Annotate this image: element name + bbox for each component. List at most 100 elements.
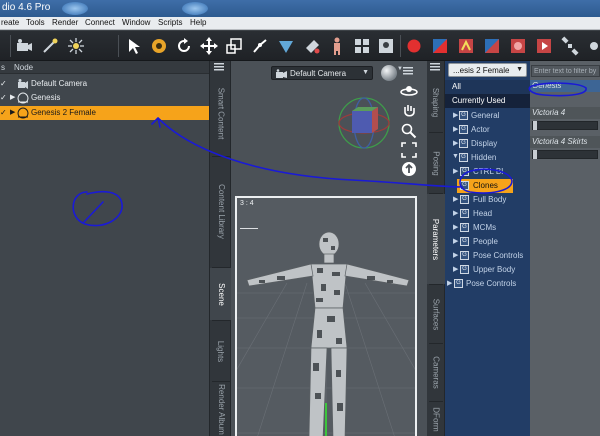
category-pose-controls[interactable]: ▶ G Pose Controls <box>445 277 530 291</box>
menu-window[interactable]: Window <box>122 18 150 27</box>
category-ctrl-bi[interactable]: ▶ G CTRL BI <box>445 165 530 179</box>
view-cube-icon[interactable] <box>335 94 393 152</box>
joint-editor-icon[interactable] <box>250 36 270 56</box>
orbit-icon[interactable] <box>399 83 419 97</box>
category-actor[interactable]: ▶ G Actor <box>445 123 530 137</box>
draw-style-sphere-icon[interactable] <box>381 65 397 81</box>
shaping-preset-icon[interactable] <box>482 36 502 56</box>
menu-create[interactable]: reate <box>1 18 19 27</box>
camera-tool-icon[interactable] <box>14 36 34 56</box>
tab-cameras[interactable]: Cameras <box>427 345 445 400</box>
expand-triangle-icon[interactable]: ▶ <box>10 108 15 116</box>
universal-tool-icon[interactable] <box>149 36 169 56</box>
category-head[interactable]: ▶ G Head <box>445 207 530 221</box>
menu-render[interactable]: Render <box>52 18 78 27</box>
pose-preset-icon[interactable] <box>456 36 476 56</box>
category-full-body[interactable]: ▶ G Full Body <box>445 193 530 207</box>
figure-icon[interactable] <box>327 36 347 56</box>
slider-victoria-4[interactable] <box>532 121 598 130</box>
tab-dform[interactable]: DForm <box>427 403 445 436</box>
translate-tool-icon[interactable] <box>199 36 219 56</box>
menu-help[interactable]: Help <box>190 18 206 27</box>
surface-selection-icon[interactable] <box>302 36 322 56</box>
rotate-tool-icon[interactable] <box>174 36 194 56</box>
slider-knob[interactable] <box>533 150 537 159</box>
category-hidden[interactable]: ▼ G Hidden <box>445 151 530 165</box>
render-settings-icon[interactable] <box>430 36 450 56</box>
visibility-check-icon[interactable]: ✓ <box>0 79 7 88</box>
expand-triangle-icon[interactable]: ▶ <box>453 209 458 217</box>
render-icon[interactable] <box>404 36 424 56</box>
material-preset-icon[interactable] <box>508 36 528 56</box>
zoom-icon[interactable] <box>401 123 417 139</box>
expand-triangle-icon[interactable]: ▶ <box>453 237 458 245</box>
category-upper-body[interactable]: ▶ G Upper Body <box>445 263 530 277</box>
spot-light-icon[interactable] <box>40 36 60 56</box>
pan-icon[interactable] <box>401 103 417 119</box>
group-header-victoria-4-skirts[interactable]: Victoria 4 Skirts <box>530 136 600 148</box>
tab-surfaces[interactable]: Surfaces <box>427 286 445 342</box>
node-weight-brush-icon[interactable] <box>376 36 396 56</box>
visibility-check-icon[interactable]: ✓ <box>0 108 7 117</box>
tab-posing[interactable]: Posing <box>427 133 445 193</box>
point-light-icon[interactable] <box>66 36 86 56</box>
slider-knob[interactable] <box>533 121 537 130</box>
tab-render-album[interactable]: Render Album <box>210 383 232 436</box>
frame-icon[interactable] <box>401 142 417 158</box>
expand-triangle-icon[interactable]: ▶ <box>447 279 452 287</box>
viewport-3d[interactable]: Default Camera ▼ ▼ 3 : 4 <box>231 61 427 436</box>
group-icon: G <box>460 181 469 190</box>
geometry-editor-icon[interactable] <box>276 36 296 56</box>
tab-content-library[interactable]: Content Library <box>210 159 232 264</box>
tab-separator <box>212 320 230 321</box>
camera-select[interactable]: Default Camera ▼ <box>271 66 373 80</box>
expand-triangle-icon[interactable]: ▶ <box>453 111 458 119</box>
region-navigator-icon[interactable] <box>352 36 372 56</box>
group-header-genesis[interactable]: Genesis <box>530 80 600 92</box>
expand-triangle-icon[interactable]: ▶ <box>453 251 458 259</box>
category-display[interactable]: ▶ G Display <box>445 137 530 151</box>
filter-input[interactable] <box>531 65 600 77</box>
scene-node-genesis-2-female[interactable]: ✓ ▶ Genesis 2 Female <box>0 106 209 120</box>
scale-tool-icon[interactable] <box>224 36 244 56</box>
category-pose-controls-sub[interactable]: ▶ G Pose Controls <box>445 249 530 263</box>
expand-triangle-icon[interactable]: ▶ <box>453 125 458 133</box>
group-header-victoria-4[interactable]: Victoria 4 <box>530 107 600 119</box>
menu-connect[interactable]: Connect <box>85 18 115 27</box>
menu-scripts[interactable]: Scripts <box>158 18 182 27</box>
reset-view-icon[interactable] <box>401 161 417 177</box>
menu-tools[interactable]: Tools <box>26 18 45 27</box>
tab-smart-content[interactable]: Smart Content <box>210 73 232 153</box>
collapse-triangle-icon[interactable]: ▼ <box>452 153 459 160</box>
scene-header-node[interactable]: Node <box>14 63 33 72</box>
satellite-icon[interactable] <box>560 36 580 56</box>
category-people[interactable]: ▶ G People <box>445 235 530 249</box>
category-clones[interactable]: G Clones <box>457 179 513 193</box>
scene-node-genesis[interactable]: ✓ ▶ Genesis <box>0 91 209 105</box>
pane-menu-icon[interactable] <box>214 63 226 71</box>
tab-parameters[interactable]: Parameters <box>427 194 445 284</box>
figure-icon <box>17 107 29 119</box>
figure-select[interactable]: ...esis 2 Female ▼ <box>448 63 527 77</box>
viewport-menu-icon[interactable] <box>403 67 415 75</box>
pane-menu-icon[interactable] <box>430 63 442 71</box>
settings-icon[interactable] <box>584 36 600 56</box>
tab-scene[interactable]: Scene <box>210 268 232 320</box>
timeline-play-icon[interactable] <box>534 36 554 56</box>
expand-triangle-icon[interactable]: ▶ <box>453 139 458 147</box>
slider-victoria-4-skirts[interactable] <box>532 150 598 159</box>
tab-lights[interactable]: Lights <box>210 326 232 376</box>
category-general[interactable]: ▶ G General <box>445 109 530 123</box>
tab-shaping[interactable]: Shaping <box>427 75 445 130</box>
filter-currently-used[interactable]: Currently Used <box>445 94 530 108</box>
pointer-tool-icon[interactable] <box>124 36 144 56</box>
expand-triangle-icon[interactable]: ▶ <box>10 93 15 101</box>
expand-triangle-icon[interactable]: ▶ <box>453 223 458 231</box>
expand-triangle-icon[interactable]: ▶ <box>453 265 458 273</box>
scene-node-default-camera[interactable]: ✓ Default Camera <box>0 77 209 91</box>
expand-triangle-icon[interactable]: ▶ <box>453 195 458 203</box>
filter-all[interactable]: All <box>445 80 530 94</box>
expand-triangle-icon[interactable]: ▶ <box>453 167 458 175</box>
visibility-check-icon[interactable]: ✓ <box>0 93 7 102</box>
category-mcms[interactable]: ▶ G MCMs <box>445 221 530 235</box>
